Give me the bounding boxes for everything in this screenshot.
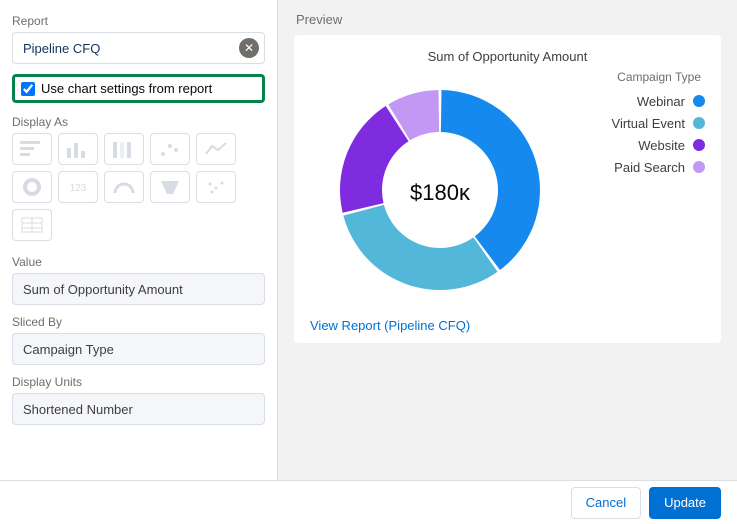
- config-panel: Report ✕ Use chart settings from report …: [0, 0, 278, 480]
- legend-swatch: [693, 161, 705, 173]
- display-as-grid: 123: [12, 133, 265, 241]
- chart-center-label: $180ᴋ: [410, 180, 471, 205]
- legend-swatch: [693, 117, 705, 129]
- donut-chart: $180ᴋ: [310, 70, 570, 310]
- legend-item: Paid Search: [574, 156, 705, 178]
- display-as-label: Display As: [12, 115, 265, 129]
- svg-text:123: 123: [70, 183, 87, 194]
- legend-item: Website: [574, 134, 705, 156]
- use-chart-settings-row[interactable]: Use chart settings from report: [12, 74, 265, 103]
- chart-type-gauge[interactable]: [104, 171, 144, 203]
- update-button[interactable]: Update: [649, 487, 721, 519]
- view-report-link[interactable]: View Report (Pipeline CFQ): [310, 318, 705, 333]
- chart-type-grouped-scatter[interactable]: [196, 171, 236, 203]
- donut-slice: [340, 106, 409, 213]
- legend-item: Virtual Event: [574, 112, 705, 134]
- display-units-field: Shortened Number: [12, 393, 265, 425]
- display-units-label: Display Units: [12, 375, 265, 389]
- sliced-by-field: Campaign Type: [12, 333, 265, 365]
- value-label: Value: [12, 255, 265, 269]
- legend-title: Campaign Type: [574, 70, 705, 84]
- preview-card: Sum of Opportunity Amount $180ᴋ Campaign…: [294, 35, 721, 343]
- cancel-button[interactable]: Cancel: [571, 487, 641, 519]
- chart-type-vbar[interactable]: [58, 133, 98, 165]
- chart-type-stacked[interactable]: [104, 133, 144, 165]
- legend-swatch: [693, 95, 705, 107]
- preview-panel: Preview Sum of Opportunity Amount $180ᴋ …: [278, 0, 737, 480]
- use-chart-settings-label: Use chart settings from report: [41, 81, 212, 96]
- legend-item: Webinar: [574, 90, 705, 112]
- chart-type-donut[interactable]: [12, 171, 52, 203]
- dialog-footer: Cancel Update: [0, 480, 737, 524]
- legend: Campaign Type WebinarVirtual EventWebsit…: [570, 70, 705, 310]
- chart-type-scatter[interactable]: [150, 133, 190, 165]
- preview-title: Preview: [296, 12, 721, 27]
- chart-type-funnel[interactable]: [150, 171, 190, 203]
- chart-type-hbar[interactable]: [12, 133, 52, 165]
- legend-swatch: [693, 139, 705, 151]
- donut-slice: [343, 205, 497, 290]
- chart-type-metric[interactable]: 123: [58, 171, 98, 203]
- chart-title: Sum of Opportunity Amount: [310, 49, 705, 64]
- sliced-by-label: Sliced By: [12, 315, 265, 329]
- clear-icon[interactable]: ✕: [239, 38, 259, 58]
- chart-type-table[interactable]: [12, 209, 52, 241]
- report-label: Report: [12, 14, 265, 28]
- chart-type-line[interactable]: [196, 133, 236, 165]
- report-input[interactable]: [12, 32, 265, 64]
- use-chart-settings-checkbox[interactable]: [21, 82, 35, 96]
- value-field: Sum of Opportunity Amount: [12, 273, 265, 305]
